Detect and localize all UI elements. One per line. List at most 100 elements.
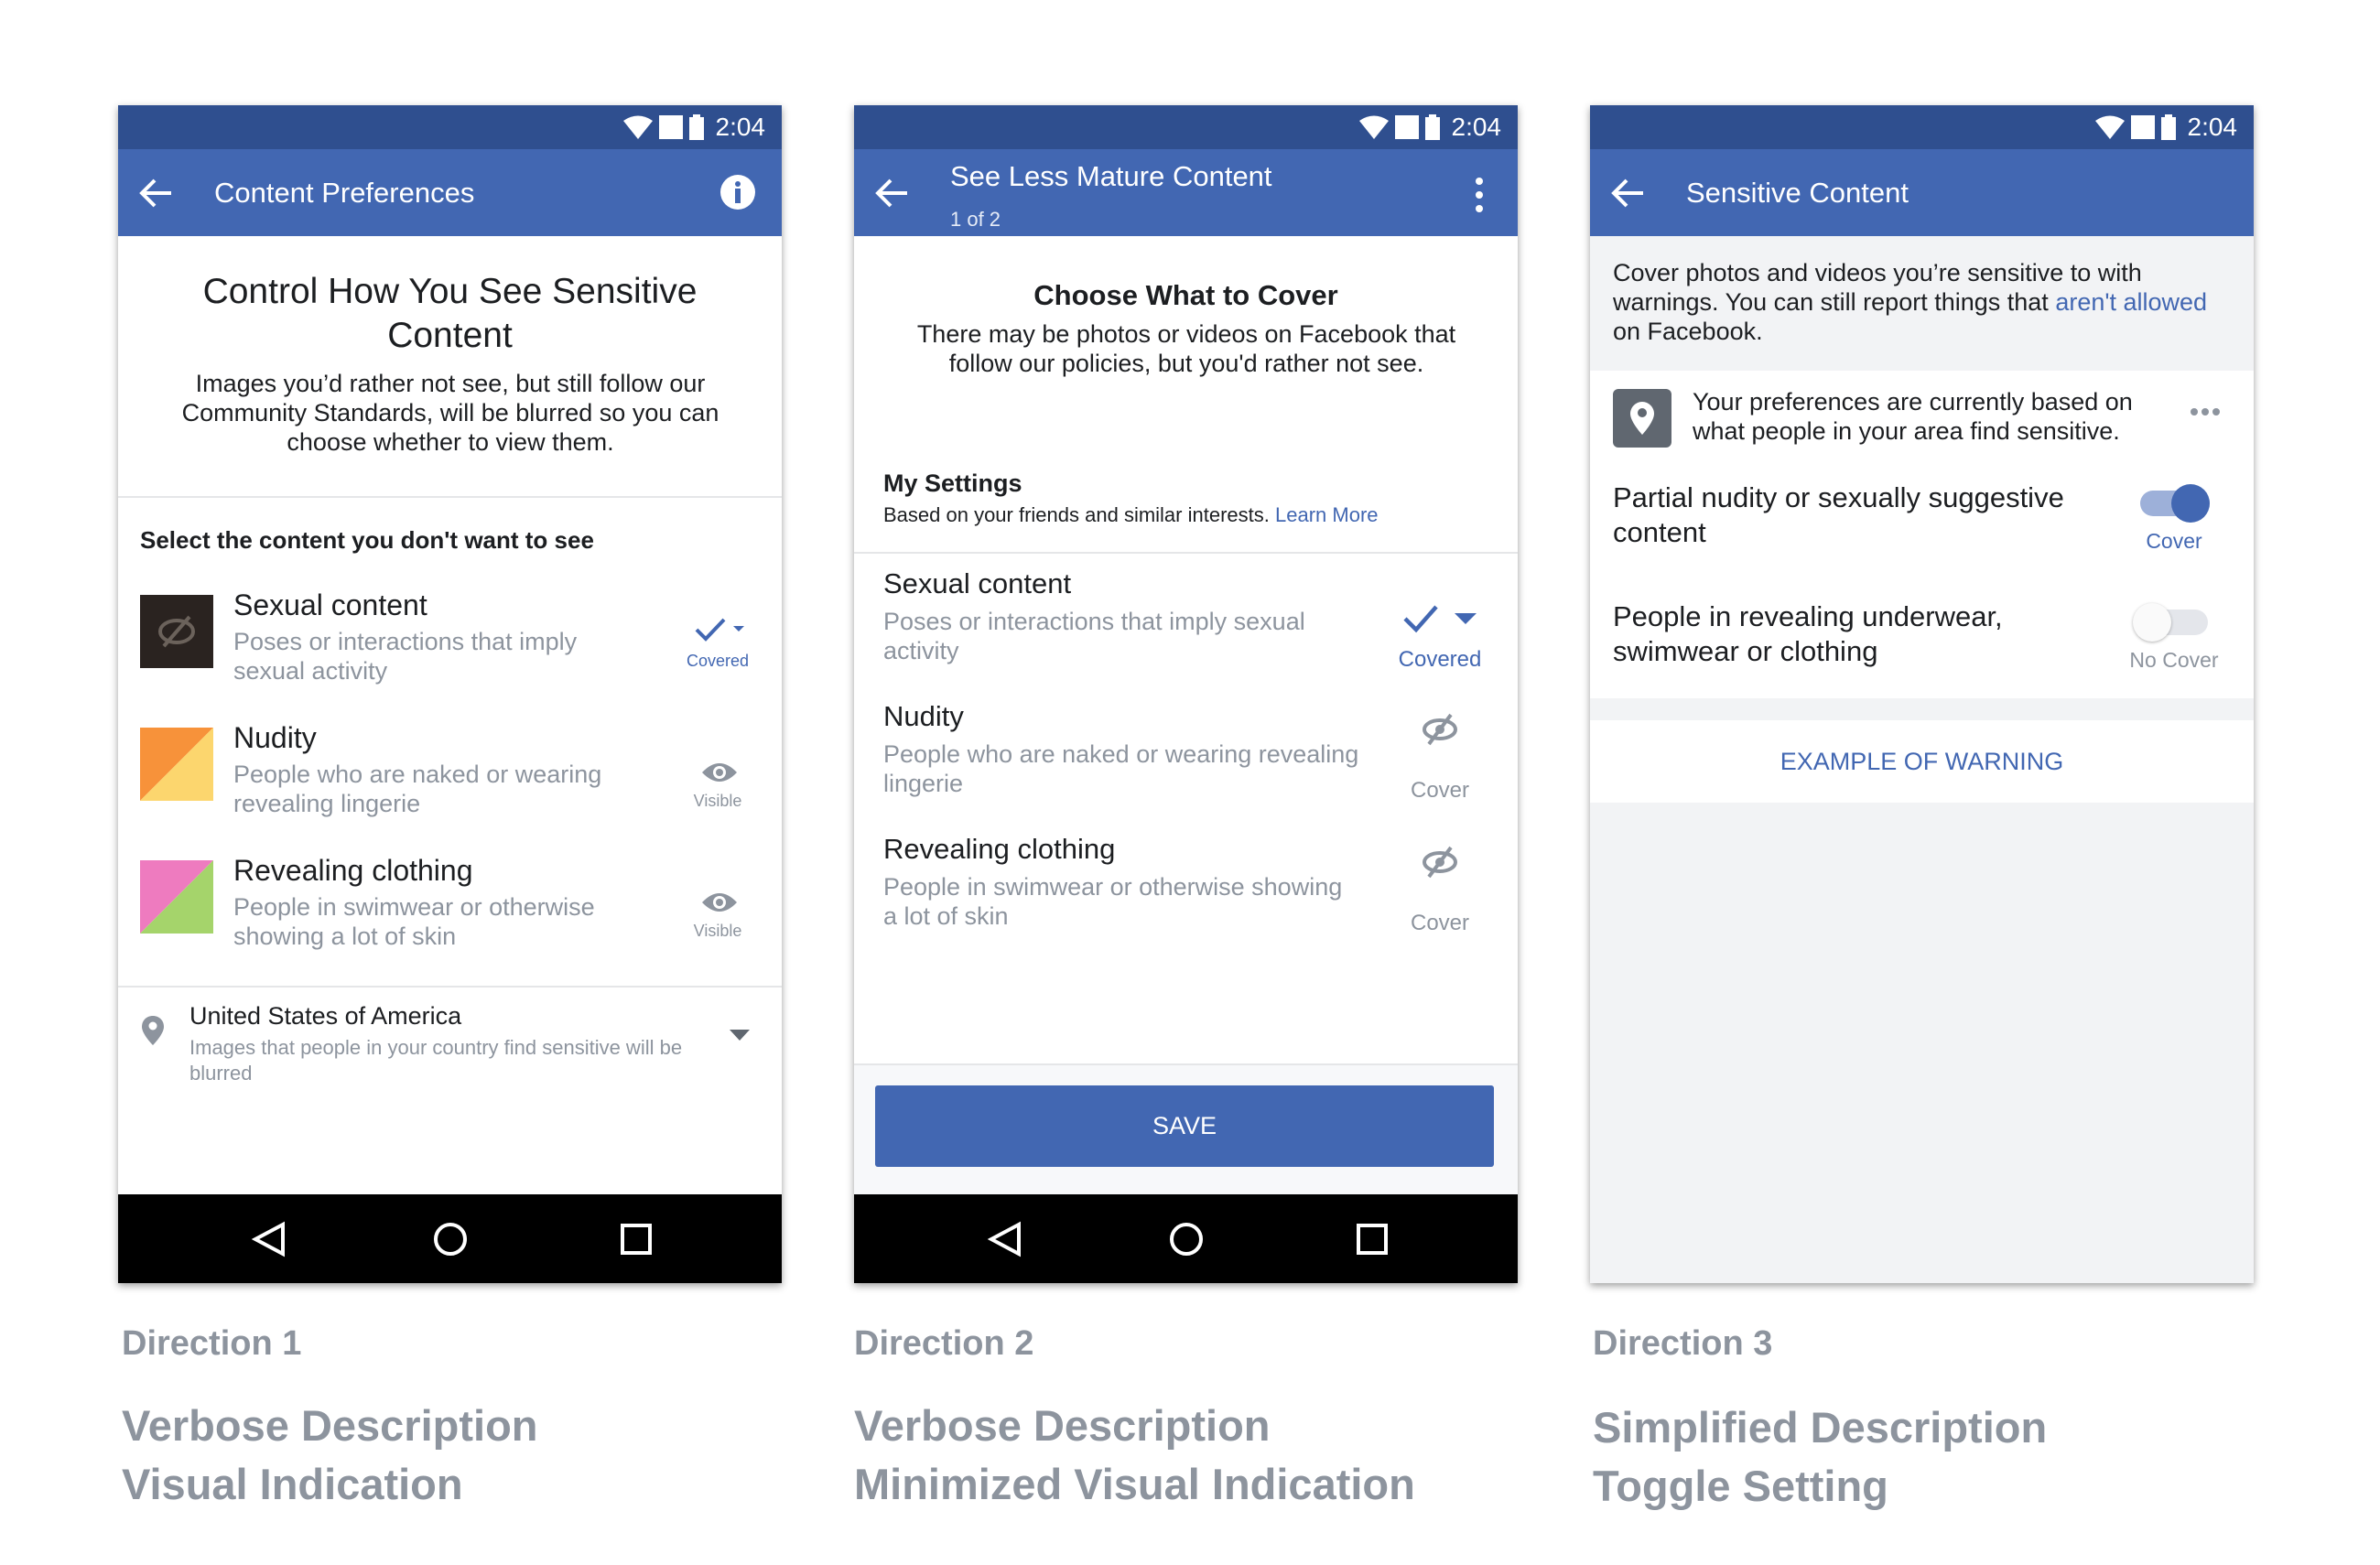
- location-pin-icon: [142, 1016, 164, 1045]
- content-heading: Control How You See Sensitive Content: [202, 272, 698, 355]
- phone-direction-2: 2:04 See Less Mature Content 1 of 2 Choo…: [854, 105, 1518, 1283]
- status-bar: 2:04: [854, 105, 1518, 149]
- item-title: Sexual content: [233, 588, 427, 621]
- status-bar: 2:04: [118, 105, 782, 149]
- preference-basis-text: Your preferences are currently based on …: [1693, 388, 2133, 445]
- item-description: People who are naked or wearing revealin…: [233, 761, 602, 817]
- toggle-state-label: Cover: [2146, 529, 2202, 553]
- nav-recents-icon[interactable]: [616, 1219, 656, 1259]
- status-label: Cover: [1410, 778, 1470, 803]
- caption-direction-3: Direction 3: [1593, 1324, 1773, 1363]
- phone-direction-1: 2:04 Content Preferences Control How You…: [118, 105, 782, 1283]
- status-bar: 2:04: [1590, 105, 2254, 149]
- list-item-nudity[interactable]: Nudity People who are naked or wearing r…: [118, 718, 782, 837]
- example-of-warning-button[interactable]: EXAMPLE OF WARNING: [1590, 720, 2254, 803]
- nav-back-icon[interactable]: [984, 1219, 1024, 1259]
- android-nav-bar: [854, 1194, 1518, 1283]
- status-time: 2:04: [715, 113, 766, 141]
- phone-direction-3: 2:04 Sensitive Content Cover photos and …: [1590, 105, 2254, 1283]
- caption-3-line-2: Toggle Setting: [1593, 1462, 1888, 1510]
- step-indicator: 1 of 2: [950, 208, 1001, 231]
- save-footer: SAVE: [854, 1063, 1518, 1194]
- page-title: See Less Mature Content: [950, 160, 1272, 192]
- toggle-row-partial-nudity[interactable]: Partial nudity or sexually suggestive co…: [1590, 476, 2254, 577]
- list-item-sexual-content[interactable]: Sexual content Poses or interactions tha…: [118, 586, 782, 705]
- item-description: Poses or interactions that imply sexual …: [233, 628, 578, 685]
- learn-more-link[interactable]: Learn More: [1275, 503, 1379, 526]
- cover-toggle-switch[interactable]: [2133, 476, 2215, 531]
- content-description: There may be photos or videos on Faceboo…: [916, 320, 1456, 377]
- back-arrow-icon[interactable]: [138, 177, 173, 210]
- status-label: Cover: [1410, 911, 1470, 935]
- toggle-label: People in revealing underwear, swimwear …: [1613, 600, 2003, 667]
- page-title: Content Preferences: [214, 177, 475, 209]
- app-bar: See Less Mature Content 1 of 2: [854, 149, 1518, 236]
- list-item-revealing-clothing[interactable]: Revealing clothing People in swimwear or…: [118, 851, 782, 970]
- info-icon[interactable]: [719, 174, 756, 210]
- location-pin-icon: [1630, 402, 1654, 435]
- check-dropdown-icon[interactable]: [1401, 602, 1478, 635]
- no-cover-toggle-switch[interactable]: [2133, 595, 2215, 650]
- toggle-label: Partial nudity or sexually suggestive co…: [1613, 481, 2064, 548]
- location-pin-badge: [1613, 389, 1671, 448]
- nav-recents-icon[interactable]: [1352, 1219, 1392, 1259]
- nav-home-icon[interactable]: [430, 1219, 471, 1259]
- location-title: United States of America: [189, 1002, 462, 1030]
- status-time: 2:04: [1451, 113, 1502, 141]
- divider: [118, 496, 782, 498]
- app-bar: Sensitive Content: [1590, 149, 2254, 236]
- eye-icon[interactable]: [700, 760, 739, 785]
- list-item-revealing-clothing[interactable]: Revealing clothing People in swimwear or…: [854, 833, 1518, 952]
- arent-allowed-link[interactable]: aren't allowed: [2055, 288, 2207, 316]
- list-item-nudity[interactable]: Nudity People who are naked or wearing r…: [854, 700, 1518, 819]
- wifi-icon: [1358, 115, 1389, 139]
- caption-2-line-1: Verbose Description: [854, 1401, 1271, 1450]
- hidden-eye-icon: [158, 615, 195, 648]
- toggle-row-revealing-clothing[interactable]: People in revealing underwear, swimwear …: [1590, 595, 2254, 696]
- item-title: Nudity: [233, 721, 317, 754]
- intro-tail: on Facebook.: [1613, 318, 1763, 345]
- back-arrow-icon[interactable]: [874, 177, 909, 210]
- save-button[interactable]: SAVE: [875, 1085, 1494, 1167]
- item-description: People in swimwear or otherwise showing …: [883, 873, 1343, 930]
- item-title: Revealing clothing: [233, 854, 473, 887]
- eye-slash-icon[interactable]: [1422, 844, 1458, 880]
- content-heading: Choose What to Cover: [1033, 279, 1338, 311]
- caption-direction-2: Direction 2: [854, 1324, 1034, 1363]
- content-description: Images you’d rather not see, but still f…: [181, 370, 719, 456]
- location-selector[interactable]: United States of America Images that peo…: [118, 1002, 782, 1103]
- preferences-card: Your preferences are currently based on …: [1590, 371, 2254, 698]
- list-item-sexual-content[interactable]: Sexual content Poses or interactions tha…: [854, 567, 1518, 686]
- settings-desc-text: Based on your friends and similar intere…: [883, 503, 1270, 526]
- overflow-menu-icon[interactable]: [1474, 177, 1485, 213]
- signal-icon: [1394, 115, 1419, 139]
- battery-icon: [1424, 114, 1440, 140]
- caption-2-line-2: Minimized Visual Indication: [854, 1460, 1415, 1508]
- caption-1-line-2: Visual Indication: [122, 1460, 463, 1508]
- android-nav-bar: [118, 1194, 782, 1283]
- more-options-icon[interactable]: [2190, 407, 2221, 416]
- signal-icon: [658, 115, 683, 139]
- status-label: Covered: [1398, 647, 1482, 672]
- battery-icon: [688, 114, 704, 140]
- divider: [118, 986, 782, 988]
- item-description: Poses or interactions that imply sexual …: [883, 608, 1305, 664]
- status-label: Visible: [693, 792, 742, 810]
- covered-check-icon[interactable]: [693, 616, 746, 643]
- item-title: Sexual content: [883, 567, 1072, 599]
- nudity-thumbnail: [140, 728, 213, 801]
- item-description: People in swimwear or otherwise showing …: [233, 893, 595, 950]
- blurred-thumbnail: [140, 595, 213, 668]
- chevron-down-icon[interactable]: [730, 1030, 750, 1042]
- eye-icon[interactable]: [700, 890, 739, 915]
- signal-icon: [2130, 115, 2155, 139]
- eye-slash-icon[interactable]: [1422, 711, 1458, 748]
- intro-text: Cover photos and videos you’re sensitive…: [1613, 258, 2208, 346]
- back-arrow-icon[interactable]: [1610, 177, 1645, 210]
- divider: [854, 552, 1518, 554]
- status-time: 2:04: [2187, 113, 2238, 141]
- location-description: Images that people in your country find …: [189, 1036, 683, 1085]
- nav-back-icon[interactable]: [248, 1219, 288, 1259]
- nav-home-icon[interactable]: [1166, 1219, 1206, 1259]
- caption-direction-1: Direction 1: [122, 1324, 302, 1363]
